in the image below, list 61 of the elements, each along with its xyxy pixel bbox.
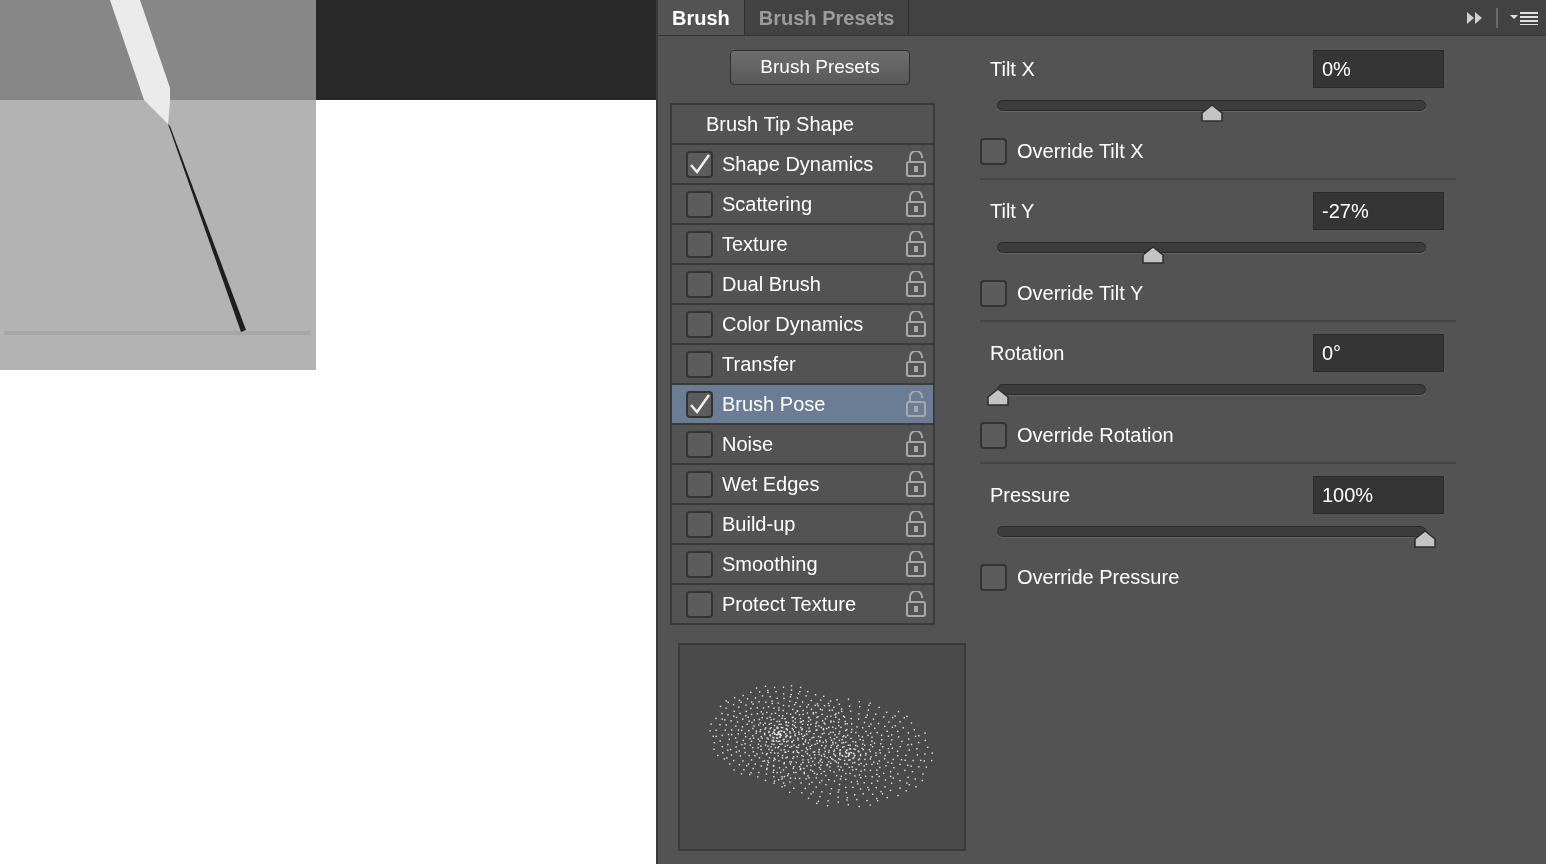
brush-option-row[interactable]: Brush Pose [672, 385, 933, 423]
checkbox[interactable] [686, 190, 713, 218]
slider-thumb[interactable] [987, 388, 1009, 406]
value-field[interactable]: 100% [1313, 476, 1444, 514]
brush-option-row[interactable]: Brush Tip Shape [672, 105, 933, 143]
checkbox[interactable] [980, 137, 1007, 165]
slider-thumb[interactable] [1200, 104, 1223, 122]
checkbox[interactable] [686, 590, 713, 618]
unlocked-padlock-icon[interactable] [905, 431, 927, 457]
setting-label: Tilt Y [990, 199, 1035, 224]
unlocked-padlock-icon[interactable] [905, 151, 927, 177]
brush-option-row[interactable]: Noise [672, 425, 933, 463]
menu-icon[interactable] [1510, 10, 1538, 25]
checkbox[interactable] [686, 390, 713, 418]
brush-option-row[interactable]: Dual Brush [672, 265, 933, 303]
brush-option-row[interactable]: Smoothing [672, 545, 933, 583]
setting-label: Pressure [990, 483, 1071, 508]
brush-option-row[interactable]: Transfer [672, 345, 933, 383]
checkbox[interactable] [980, 421, 1007, 449]
brush-option-row[interactable]: Color Dynamics [672, 305, 933, 343]
unlocked-padlock-icon[interactable] [905, 231, 927, 257]
brush-option-row[interactable]: Texture [672, 225, 933, 263]
unlocked-padlock-icon[interactable] [905, 511, 927, 537]
checkbox[interactable] [686, 230, 713, 258]
checkbox[interactable] [686, 470, 713, 498]
panel-tab[interactable]: Brush [658, 0, 745, 35]
slider-thumb[interactable] [1142, 246, 1165, 264]
unlocked-padlock-icon[interactable] [905, 591, 927, 617]
checkbox[interactable] [686, 350, 713, 378]
unlocked-padlock-icon[interactable] [905, 311, 927, 337]
override-label: Override Rotation [1017, 423, 1174, 448]
checkbox[interactable] [980, 279, 1007, 307]
brush-option-row[interactable]: Build-up [672, 505, 933, 543]
override-label: Override Tilt Y [1017, 281, 1144, 306]
checkbox[interactable] [686, 430, 713, 458]
checkbox[interactable] [686, 510, 713, 538]
unlocked-padlock-icon[interactable] [905, 551, 927, 577]
setting-label: Rotation [990, 341, 1065, 366]
value-field[interactable]: 0% [1313, 50, 1444, 88]
brush-option-row[interactable]: Shape Dynamics [672, 145, 933, 183]
collapse-icon[interactable] [1466, 10, 1484, 25]
unlocked-padlock-icon[interactable] [905, 471, 927, 497]
checkbox[interactable] [980, 563, 1007, 591]
checkbox[interactable] [686, 270, 713, 298]
unlocked-padlock-icon[interactable] [905, 191, 927, 217]
value-field[interactable]: 0° [1313, 334, 1444, 372]
brush-presets-button[interactable]: Brush Presets [730, 50, 910, 85]
value-field[interactable]: -27% [1313, 192, 1444, 230]
brush-option-row[interactable]: Protect Texture [672, 585, 933, 623]
unlocked-padlock-icon[interactable] [905, 391, 927, 417]
override-label: Override Pressure [1017, 565, 1180, 590]
unlocked-padlock-icon[interactable] [905, 271, 927, 297]
brush-option-row[interactable]: Scattering [672, 185, 933, 223]
override-label: Override Tilt X [1017, 139, 1144, 164]
checkbox[interactable] [686, 150, 713, 178]
checkbox[interactable] [686, 310, 713, 338]
setting-label: Tilt X [990, 57, 1035, 82]
brush-option-row[interactable]: Wet Edges [672, 465, 933, 503]
unlocked-padlock-icon[interactable] [905, 351, 927, 377]
slider-thumb[interactable] [1414, 530, 1436, 548]
checkbox[interactable] [686, 550, 713, 578]
